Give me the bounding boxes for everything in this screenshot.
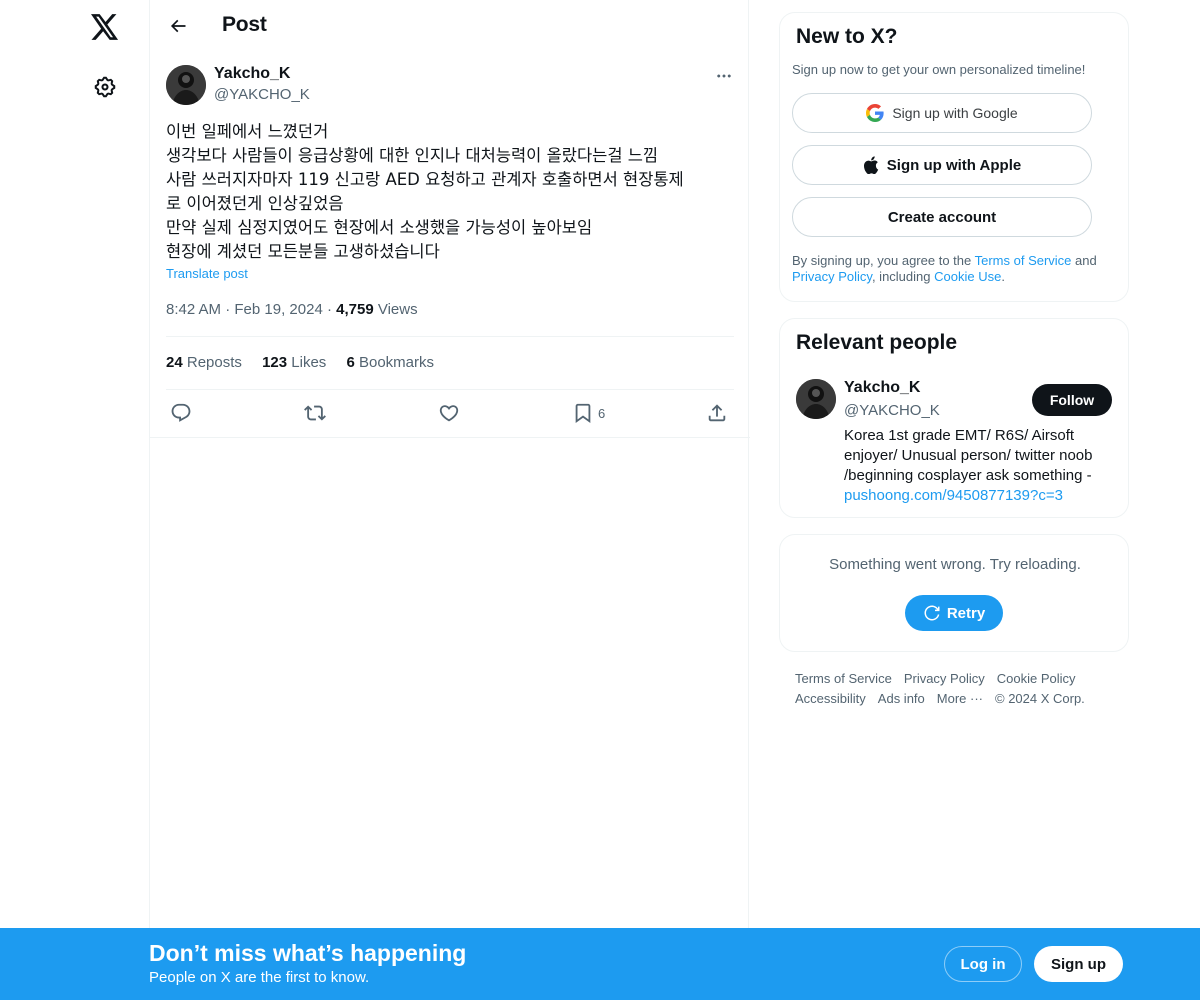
legal-text: By signing up, you agree to the xyxy=(792,253,975,268)
google-icon xyxy=(866,104,884,122)
relevant-people-card: Relevant people Yakcho_K @YAKCHO_K Follo… xyxy=(779,318,1129,518)
banner-title: Don’t miss what’s happening xyxy=(149,940,467,966)
reposts-stat[interactable]: 24 Reposts xyxy=(166,354,242,371)
signup-title: New to X? xyxy=(796,25,898,48)
privacy-link[interactable]: Privacy Policy xyxy=(792,269,872,284)
bookmarks-count: 6 xyxy=(346,354,355,371)
legal-notice: By signing up, you agree to the Terms of… xyxy=(792,253,1122,285)
left-rail xyxy=(0,0,150,1000)
views-count: 4,759 xyxy=(336,301,374,318)
separator-dot: · xyxy=(326,301,337,318)
legal-text: , including xyxy=(871,269,935,284)
like-button[interactable] xyxy=(438,396,460,430)
post-line: 사람 쓰러지자마자 119 신고랑 AED 요청하고 관계자 호출하면서 현장통… xyxy=(166,170,684,189)
post-meta: 8:42 AM · Feb 19, 2024 · 4,759 Views xyxy=(166,301,418,318)
avatar[interactable] xyxy=(796,379,836,419)
views-label: Views xyxy=(377,301,418,318)
back-button[interactable] xyxy=(164,12,192,40)
author-handle[interactable]: @YAKCHO_K xyxy=(214,86,310,103)
divider xyxy=(150,437,750,438)
retry-label: Retry xyxy=(946,604,986,622)
x-logo-icon[interactable] xyxy=(89,11,121,43)
reposts-label: Reposts xyxy=(186,354,242,371)
login-button[interactable]: Log in xyxy=(944,946,1022,982)
footer-more-link[interactable]: More ··· xyxy=(937,691,983,706)
post-date[interactable]: Feb 19, 2024 xyxy=(234,301,322,318)
bookmarks-label: Bookmarks xyxy=(358,354,435,371)
likes-count: 123 xyxy=(262,354,288,371)
post-line: 만약 실제 심정지였어도 현장에서 소생했을 가능성이 높아보임 xyxy=(166,218,593,237)
repost-icon xyxy=(304,405,326,421)
divider xyxy=(166,336,734,337)
post-header: Post xyxy=(150,0,750,53)
person-bio: Korea 1st grade EMT/ R6S/ Airsoft enjoye… xyxy=(844,426,1116,506)
post-line: 현장에 계셨던 모든분들 고생하셨습니다 xyxy=(166,242,440,261)
relevant-people-title: Relevant people xyxy=(796,331,958,354)
heart-icon xyxy=(439,405,459,422)
avatar[interactable] xyxy=(166,65,206,105)
signup-button[interactable]: Sign up xyxy=(1034,946,1123,982)
follow-button[interactable]: Follow xyxy=(1032,384,1112,416)
bookmark-button[interactable]: 6 xyxy=(572,396,605,430)
share-icon xyxy=(708,404,726,422)
post-time[interactable]: 8:42 AM xyxy=(166,301,221,318)
post-line: 생각보다 사람들이 응급상황에 대한 인지나 대처능력이 올랐다는걸 느낌 xyxy=(166,146,659,165)
apple-signup-label: Sign up with Apple xyxy=(886,156,1022,174)
gear-icon[interactable] xyxy=(91,73,119,101)
reply-button[interactable] xyxy=(170,396,192,430)
signup-card: New to X? Sign up now to get your own pe… xyxy=(779,12,1129,302)
cookie-use-link[interactable]: Cookie Use xyxy=(934,269,1001,284)
post-line: 로 이어졌던게 인상깊었음 xyxy=(166,194,344,213)
refresh-icon xyxy=(923,604,941,622)
more-button[interactable] xyxy=(710,64,738,88)
reposts-count: 24 xyxy=(166,354,183,371)
apple-icon xyxy=(863,156,879,174)
person-bio-text: Korea 1st grade EMT/ R6S/ Airsoft enjoye… xyxy=(844,427,1093,484)
signup-subtitle: Sign up now to get your own personalized… xyxy=(792,62,1086,77)
likes-label: Likes xyxy=(291,354,327,371)
footer-links: Terms of Service Privacy Policy Cookie Pol… xyxy=(795,669,1125,709)
trends-error-card: Something went wrong. Try reloading. Ret… xyxy=(779,534,1129,652)
footer-copyright: © 2024 X Corp. xyxy=(995,691,1085,706)
author-name[interactable]: Yakcho_K xyxy=(214,65,290,83)
separator-dot: · xyxy=(225,301,235,318)
reply-icon xyxy=(171,403,191,422)
bookmark-icon xyxy=(575,403,591,424)
footer-privacy-link[interactable]: Privacy Policy xyxy=(904,671,985,686)
apple-signup-button[interactable]: Sign up with Apple xyxy=(792,145,1092,185)
google-signup-button[interactable]: Sign up with Google xyxy=(792,93,1092,133)
person-name[interactable]: Yakcho_K xyxy=(844,379,920,397)
bookmark-action-count: 6 xyxy=(598,405,606,421)
google-signup-label: Sign up with Google xyxy=(892,105,1018,121)
main-column: Post Yakcho_K @YAKCHO_K 이번 일페에서 느꼈던거 생각보… xyxy=(149,0,750,1000)
page-title: Post xyxy=(222,13,267,36)
error-message: Something went wrong. Try reloading. xyxy=(829,556,1081,573)
post-line: 이번 일페에서 느꼈던거 xyxy=(166,122,329,141)
post-text: 이번 일페에서 느꼈던거 생각보다 사람들이 응급상황에 대한 인지나 대처능력… xyxy=(166,120,734,264)
person-bio-link[interactable]: pushoong.com/9450877139?c=3 xyxy=(844,487,1063,504)
terms-link[interactable]: Terms of Service xyxy=(975,253,1072,268)
post-actions: 6 xyxy=(150,396,750,430)
repost-button[interactable] xyxy=(304,396,326,430)
footer-accessibility-link[interactable]: Accessibility xyxy=(795,691,866,706)
arrow-left-icon xyxy=(170,19,186,33)
footer-ads-link[interactable]: Ads info xyxy=(878,691,925,706)
ellipsis-icon xyxy=(717,74,731,78)
footer-cookie-link[interactable]: Cookie Policy xyxy=(997,671,1076,686)
post-stats: 24 Reposts 123 Likes 6 Bookmarks xyxy=(166,354,450,371)
retry-button[interactable]: Retry xyxy=(905,595,1003,631)
person-handle[interactable]: @YAKCHO_K xyxy=(844,402,940,419)
share-button[interactable] xyxy=(706,396,728,430)
likes-stat[interactable]: 123 Likes xyxy=(262,354,326,371)
banner-subtitle: People on X are the first to know. xyxy=(149,969,370,986)
divider xyxy=(166,389,734,390)
translate-post-link[interactable]: Translate post xyxy=(166,266,248,281)
create-account-button[interactable]: Create account xyxy=(792,197,1092,237)
legal-text: and xyxy=(1071,253,1097,268)
footer-terms-link[interactable]: Terms of Service xyxy=(795,671,892,686)
bookmarks-stat[interactable]: 6 Bookmarks xyxy=(346,354,434,371)
legal-text: . xyxy=(1001,269,1005,284)
